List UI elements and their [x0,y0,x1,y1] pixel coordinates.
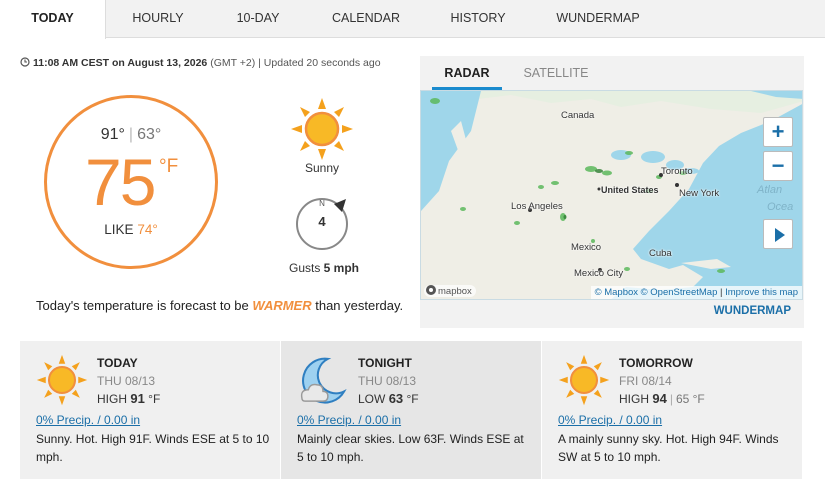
tab-bar: TODAY HOURLY 10-DAY CALENDAR HISTORY WUN… [0,0,825,39]
map-label-los-angeles: Los Angeles [511,201,563,212]
mapbox-attribution-link[interactable]: © Mapbox [595,287,638,298]
gusts: Gusts 5 mph [279,261,369,275]
forecast-temp: LOW 63 °F [358,391,419,406]
temperature-comparison: Today's temperature is forecast to be WA… [36,298,403,313]
forecast-description: A mainly sunny sky. Hot. High 94F. Winds… [558,432,779,464]
forecast-temp-low: 65 °F [675,392,705,406]
zoom-in-button[interactable]: + [763,117,793,147]
forecast-card-tonight: TONIGHT THU 08/13 LOW 63 °F 0% Precip. /… [281,341,541,479]
forecast-card-tomorrow: TOMORROW FRI 08/14 HIGH 94 | 65 °F 0% Prec… [542,341,802,479]
map-attribution: © Mapbox © OpenStreetMap | Improve this … [590,286,802,299]
forecast-temp: HIGH 91 °F [97,391,160,406]
forecast-temp-unit: °F [148,392,161,406]
tab-history[interactable]: HISTORY [440,0,516,38]
wind-speed: 4 [318,214,326,229]
forecast-temp-unit: °F [406,392,419,406]
tab-10-day[interactable]: 10-DAY [224,0,292,38]
map-label-united-states: United States [601,185,659,195]
comparison-highlight: WARMER [252,298,312,313]
mapbox-logo[interactable]: mapbox [424,285,476,297]
forecast-temp-label: HIGH [619,392,649,406]
today-high: 91° [100,126,125,143]
temperature-unit: °F [159,156,179,177]
forecast-period: TONIGHT [358,356,412,370]
tab-satellite[interactable]: SATELLITE [516,56,596,90]
comparison-prefix: Today's temperature is forecast to be [36,298,249,313]
forecast-temp-value: 94 [652,391,667,406]
map-label-ocean: Ocea [767,201,794,213]
timestamp: 11:08 AM CEST on August 13, 2026 (GMT +2… [20,57,381,69]
map-label-atlantic: Atlan [757,184,783,196]
timestamp-time: 11:08 AM CEST on August 13, 2026 [33,57,208,69]
forecast-date: THU 08/13 [358,374,417,388]
forecast-temp-value: 63 [388,391,404,406]
sun-icon [36,354,88,406]
forecast-description: Mainly clear skies. Low 63F. Winds ESE a… [297,432,524,464]
map-label-new-york: New York [679,188,720,199]
map-panel: RADAR SATELLITE Canada United States Tor… [420,56,804,328]
forecast-card-today: TODAY THU 08/13 HIGH 91 °F 0% Precip. / … [20,341,280,479]
condition-label: Sunny [304,161,340,175]
radar-map[interactable]: Canada United States Toronto New York Lo… [420,90,803,300]
forecast-description: Sunny. Hot. High 91F. Winds ESE at 5 to … [36,432,270,464]
today-low: 63° [137,126,162,143]
map-label-canada: Canada [561,110,595,121]
high-low: 91° | 63° [47,126,215,144]
zoom-out-button[interactable]: − [763,151,793,181]
forecast-temp-label: HIGH [97,392,127,406]
feels-like: LIKE 74° [47,222,215,237]
gusts-value: 5 mph [323,261,360,275]
precip-link[interactable]: 0% Precip. / 0.00 in [36,413,140,427]
mapbox-logo-text: mapbox [438,286,472,297]
current-temperature: 75 [85,145,156,219]
mapbox-logo-icon [426,285,436,295]
forecast-temp-separator: | [669,392,673,406]
timestamp-updated: | Updated 20 seconds ago [258,57,381,69]
current-temperature-circle: 91° | 63° 75 °F LIKE 74° [44,95,218,269]
forecast-date: THU 08/13 [97,374,156,388]
forecast-temp-value: 91 [130,391,145,406]
forecast-period: TOMORROW [619,356,693,370]
precip-link[interactable]: 0% Precip. / 0.00 in [558,413,662,427]
gusts-label: Gusts [288,261,321,275]
tab-hourly[interactable]: HOURLY [120,0,196,38]
precip-link[interactable]: 0% Precip. / 0.00 in [297,413,401,427]
map-label-cuba: Cuba [649,248,672,259]
forecast-temp-label: LOW [358,392,386,406]
forecast-date: FRI 08/14 [619,374,672,388]
map-label-mexico: Mexico [571,242,602,253]
forecast-period: TODAY [97,356,138,370]
tab-wundermap[interactable]: WUNDERMAP [548,0,648,38]
wundermap-link[interactable]: WUNDERMAP [714,305,791,317]
play-icon[interactable] [763,219,793,249]
comparison-suffix: than yesterday. [315,298,404,313]
timestamp-timezone: (GMT +2) [210,57,256,69]
sun-icon [558,354,610,406]
osm-attribution-link[interactable]: © OpenStreetMap [641,287,718,298]
improve-map-link[interactable]: Improve this map [725,287,798,298]
feels-like-value: 74° [137,222,158,237]
tab-radar[interactable]: RADAR [432,56,502,90]
wind-direction: N [319,199,325,208]
map-label-mexico-city: Mexico City [574,268,624,279]
tab-today[interactable]: TODAY [0,0,106,39]
moon-cloud-icon [300,357,347,404]
clock-icon [20,57,30,67]
tab-calendar[interactable]: CALENDAR [322,0,410,38]
sun-icon [291,98,353,160]
feels-like-label: LIKE [104,222,134,237]
map-label-toronto: Toronto [661,166,693,177]
high-low-separator: | [128,126,134,143]
forecast-temp: HIGH 94 | 65 °F [619,391,705,406]
